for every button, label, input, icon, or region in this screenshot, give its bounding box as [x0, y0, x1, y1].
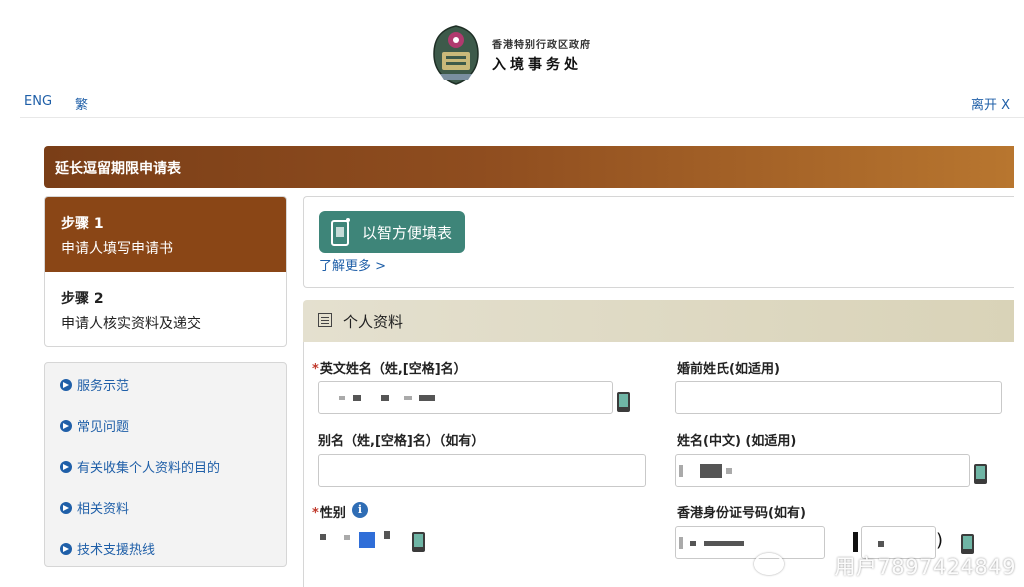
maiden-name-label: 婚前姓氏(如适用) [677, 362, 780, 377]
form-title: 延长逗留期限申请表 [55, 161, 181, 177]
redacted-text [381, 395, 389, 401]
personal-info-header: 个人资料 [303, 300, 1014, 342]
link-label: 技术支援热线 [77, 543, 156, 558]
step-panel: 步骤 1 申请人填写申请书 步骤 2 申请人核实资料及递交 [44, 196, 287, 347]
redacted-text [853, 532, 858, 552]
redacted-text [339, 396, 345, 400]
arrow-right-icon [60, 378, 72, 391]
iam-smart-box: 以智方便填表 了解更多 > [303, 196, 1014, 288]
link-related-info[interactable]: 相关资料 [60, 498, 129, 517]
quick-links-panel: 服务示范 常见问题 有关收集个人资料的目的 相关资料 技术支援热线 [44, 362, 287, 567]
step-1-number: 步骤 1 [61, 216, 104, 232]
alias-label: 别名（姓,[空格]名）（如有） [318, 434, 485, 449]
arrow-right-icon [60, 542, 72, 555]
link-data-purpose[interactable]: 有关收集个人资料的目的 [60, 457, 220, 476]
redacted-text [404, 396, 412, 400]
iam-smart-label: 以智方便填表 [362, 223, 453, 242]
step-2: 步骤 2 申请人核实资料及递交 [45, 272, 286, 346]
lang-traditional-link[interactable]: 繁 [75, 94, 88, 113]
watermark-text: 用户7897424849 [834, 555, 1016, 579]
link-support-hotline[interactable]: 技术支援热线 [60, 539, 155, 558]
english-name-input[interactable] [318, 381, 613, 414]
application-page: 香港特别行政区政府 入境事务处 ENG 繁 离开 X 延长逗留期限申请表 步骤 … [0, 0, 1024, 587]
smart-fill-icon[interactable] [412, 532, 425, 552]
redacted-option[interactable] [344, 535, 350, 540]
link-label: 相关资料 [77, 502, 130, 517]
maiden-name-input[interactable] [675, 381, 1002, 414]
required-mark: * [312, 506, 319, 521]
redacted-text [704, 541, 744, 546]
dept-line2: 入境事务处 [492, 57, 582, 73]
arrow-right-icon [60, 419, 72, 432]
redacted-option[interactable] [320, 534, 326, 540]
chinese-name-label: 姓名(中文) (如适用) [677, 434, 797, 449]
header-divider [20, 117, 1024, 118]
hkid-close-paren: ) [936, 530, 944, 551]
iam-smart-phone-icon [331, 218, 350, 246]
redacted-text [353, 395, 361, 401]
leave-link[interactable]: 离开 X [971, 94, 1010, 113]
link-service-demo[interactable]: 服务示范 [60, 375, 129, 394]
hkid-number-input[interactable] [675, 526, 825, 559]
step-1: 步骤 1 申请人填写申请书 [45, 197, 286, 272]
form-list-icon [318, 313, 332, 327]
arrow-right-icon [60, 501, 72, 514]
redacted-option[interactable] [359, 532, 375, 548]
step-2-desc: 申请人核实资料及递交 [61, 316, 201, 332]
dept-line1: 香港特别行政区政府 [492, 40, 591, 51]
redacted-text [419, 395, 435, 401]
weibo-logo-icon [754, 553, 784, 575]
hksar-emblem-icon [433, 25, 479, 85]
iam-smart-button[interactable]: 以智方便填表 [319, 211, 465, 253]
hkid-label: 香港身份证号码(如有) [677, 506, 806, 521]
english-name-label: *英文姓名（姓,[空格]名） [312, 362, 467, 377]
link-label: 常见问题 [77, 420, 130, 435]
link-label: 服务示范 [77, 379, 130, 394]
redacted-text [679, 537, 683, 549]
step-1-desc: 申请人填写申请书 [61, 241, 173, 257]
step-2-number: 步骤 2 [61, 291, 104, 307]
chinese-name-input[interactable] [675, 454, 970, 487]
redacted-text [679, 465, 683, 477]
immigration-logo: 香港特别行政区政府 入境事务处 [430, 24, 591, 86]
redacted-text [690, 541, 696, 546]
form-title-bar: 延长逗留期限申请表 [44, 146, 1014, 188]
lang-eng-link[interactable]: ENG [24, 94, 52, 109]
link-faq[interactable]: 常见问题 [60, 416, 129, 435]
arrow-right-icon [60, 460, 72, 473]
required-mark: * [312, 362, 319, 377]
alias-input[interactable] [318, 454, 646, 487]
smart-fill-icon[interactable] [974, 464, 987, 484]
info-icon[interactable]: i [352, 502, 368, 518]
redacted-text [878, 541, 884, 547]
redacted-option[interactable] [384, 531, 390, 539]
learn-more-link[interactable]: 了解更多 > [319, 255, 386, 274]
smart-fill-icon[interactable] [617, 392, 630, 412]
personal-info-title: 个人资料 [343, 313, 404, 331]
sex-label: *性别 [312, 506, 346, 521]
link-label: 有关收集个人资料的目的 [77, 461, 221, 476]
redacted-text [700, 464, 722, 478]
redacted-text [726, 468, 732, 474]
